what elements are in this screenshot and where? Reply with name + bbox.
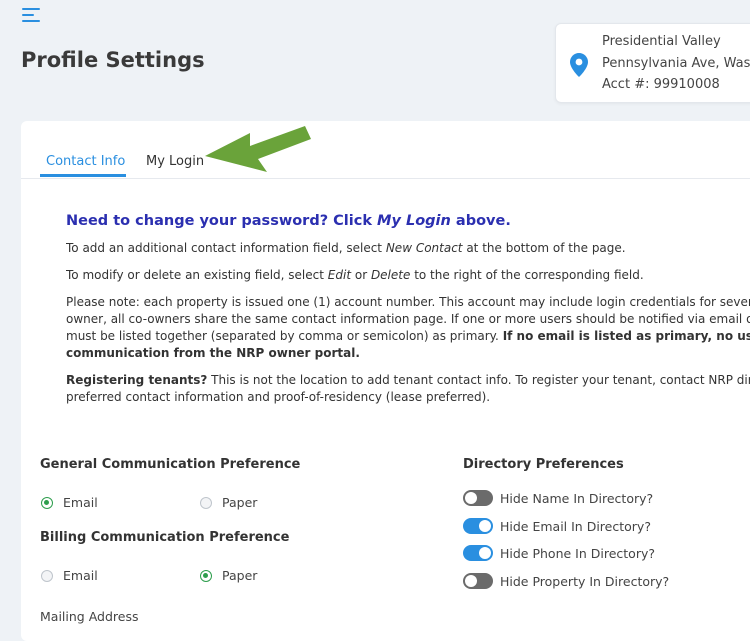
main-card: Contact Info My Login Need to change you… xyxy=(21,121,750,641)
toggle-switch[interactable] xyxy=(463,545,493,561)
property-address: Pennsylvania Ave, Washi xyxy=(602,56,750,71)
info-section: Need to change your password? Click My L… xyxy=(66,213,750,416)
radio-checked-icon xyxy=(41,496,53,509)
radio-unchecked-icon xyxy=(200,496,212,509)
annotation-arrow-icon xyxy=(205,126,311,172)
toggle-switch[interactable] xyxy=(463,573,493,589)
property-card: Presidential Valley Pennsylvania Ave, Wa… xyxy=(555,23,750,103)
toggle-switch[interactable] xyxy=(463,490,493,506)
general-paper-radio[interactable]: Paper xyxy=(200,495,257,510)
general-email-radio[interactable]: Email xyxy=(41,495,98,510)
tab-bar: Contact Info My Login xyxy=(21,121,750,179)
mailing-address-label: Mailing Address xyxy=(40,609,139,624)
page-title: Profile Settings xyxy=(21,48,205,72)
password-heading: Need to change your password? Click My L… xyxy=(66,213,511,229)
tab-my-login[interactable]: My Login xyxy=(146,154,204,169)
billing-paper-radio[interactable]: Paper xyxy=(200,568,257,583)
toggle-hide-property[interactable]: Hide Property In Directory? xyxy=(463,573,669,589)
menu-icon[interactable] xyxy=(22,7,42,23)
modify-contact-instruction: To modify or delete an existing field, s… xyxy=(66,268,644,282)
general-pref-title: General Communication Preference xyxy=(40,457,301,472)
account-note: Please note: each property is issued one… xyxy=(66,295,750,360)
property-name: Presidential Valley xyxy=(602,34,721,49)
billing-email-radio[interactable]: Email xyxy=(41,568,98,583)
toggle-hide-phone[interactable]: Hide Phone In Directory? xyxy=(463,545,655,561)
toggle-hide-email[interactable]: Hide Email In Directory? xyxy=(463,518,651,534)
property-account: Acct #: 99910008 xyxy=(602,77,720,92)
location-pin-icon xyxy=(570,53,588,77)
toggle-hide-name[interactable]: Hide Name In Directory? xyxy=(463,490,653,506)
add-contact-instruction: To add an additional contact information… xyxy=(66,241,626,255)
tenant-note: Registering tenants? This is not the loc… xyxy=(66,373,750,404)
toggle-switch[interactable] xyxy=(463,518,493,534)
billing-pref-title: Billing Communication Preference xyxy=(40,530,290,545)
heading-my-login-link: My Login xyxy=(377,213,451,229)
tab-contact-info[interactable]: Contact Info xyxy=(46,154,125,169)
directory-pref-title: Directory Preferences xyxy=(463,457,624,472)
radio-checked-icon xyxy=(200,569,212,582)
active-tab-indicator xyxy=(40,174,126,177)
radio-unchecked-icon xyxy=(41,569,53,582)
